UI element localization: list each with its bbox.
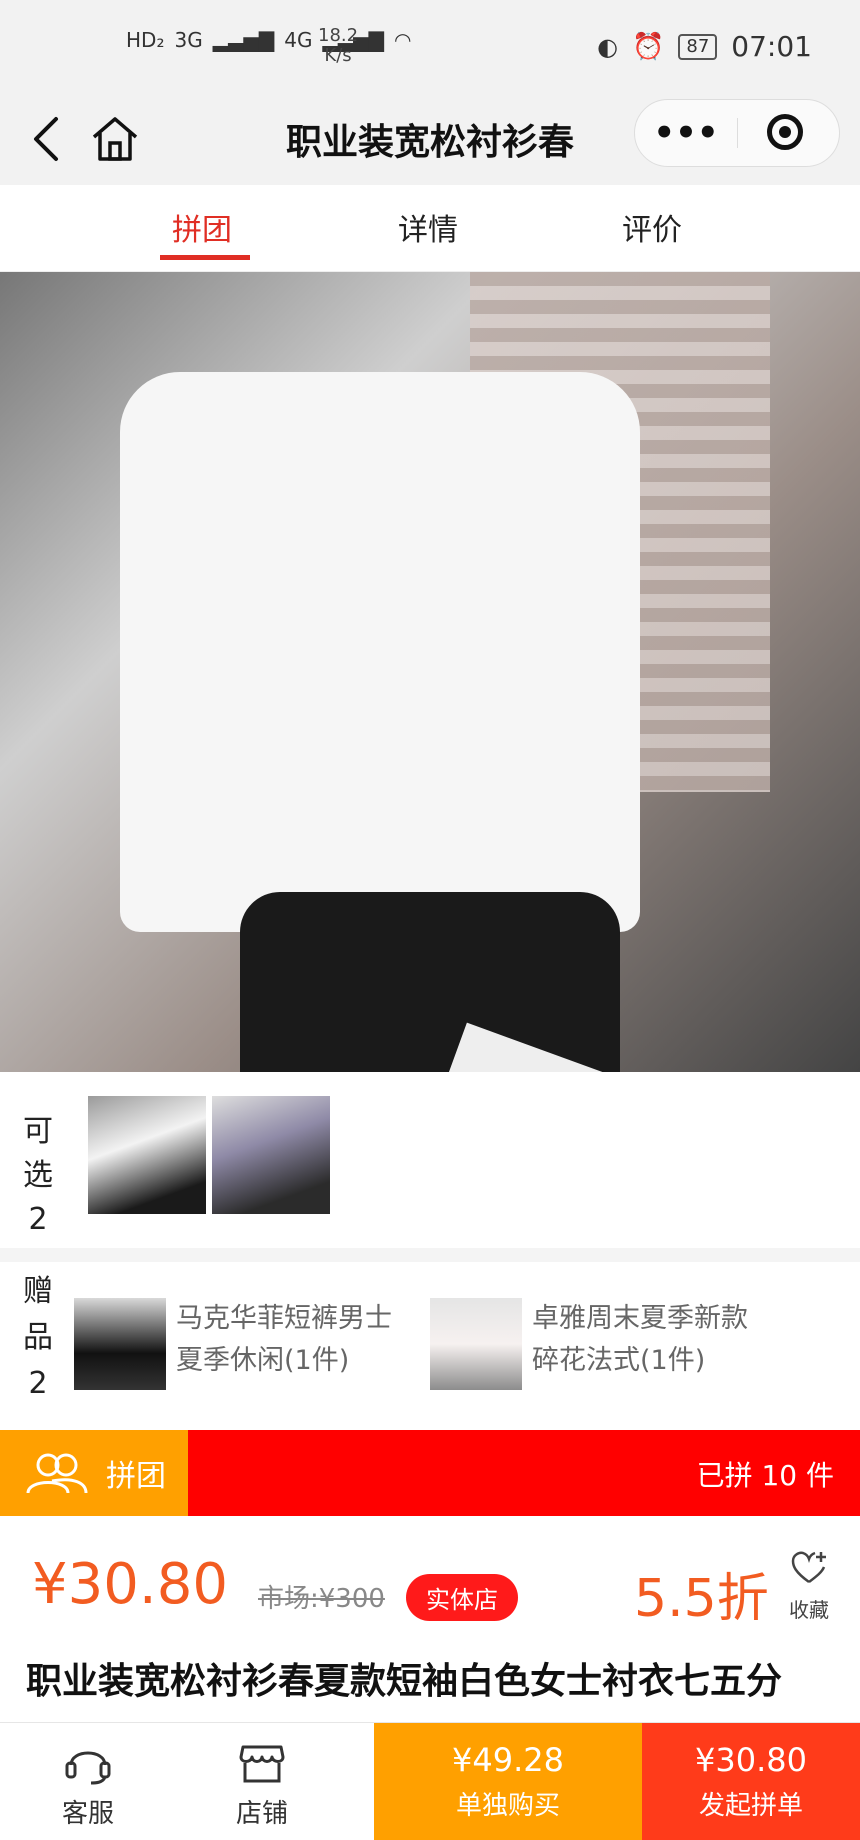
bottom-action-bar: 客服 店铺 ¥49.28 单独购买 ¥30.80 发起拼单 [0,1722,860,1840]
price-section: ¥30.80 市场:¥300 实体店 5.5折 收藏 [0,1516,860,1656]
tab-bar: 拼团 详情 评价 [0,185,860,272]
status-right: ◐ ⏰ 87 07:01 [597,30,812,63]
gift-label: 赠 [23,1274,53,1309]
gift-item-name[interactable]: 卓雅周末夏季新款 碎花法式(1件) [532,1298,772,1382]
variant-thumbnail-gray[interactable] [212,1096,330,1214]
optional-count: 2 [28,1202,48,1237]
favorite-button[interactable]: 收藏 [786,1548,832,1623]
gift-label: 品 [23,1320,53,1355]
group-users-icon [26,1453,88,1494]
tab-reviews[interactable]: 评价 [622,205,682,249]
signal-icon: ▂▃▅▇ [212,28,275,52]
product-title: 职业装宽松衬衫春夏款短袖白色女士衬衣七五分 [26,1661,783,1702]
product-image-carousel[interactable] [0,272,860,1072]
store-icon [239,1745,285,1783]
physical-store-badge: 实体店 [406,1574,518,1621]
gift-item-name[interactable]: 马克华菲短裤男士 夏季休闲(1件) [176,1298,416,1382]
gift-count: 2 [28,1366,48,1401]
tab-details[interactable]: 详情 [398,205,458,249]
discount-label: 5.5折 [634,1569,769,1629]
variant-thumbnail-white[interactable] [88,1096,206,1214]
status-bar: HD₂ 3G ▂▃▅▇ 4G ▂▃▅▇ ◠ 18.2 K/s ◐ ⏰ 87 07… [0,0,860,95]
hd-indicator: HD₂ [126,28,165,52]
skirt-image [240,892,620,1072]
current-price: ¥30.80 [32,1552,228,1617]
battery-indicator: 87 [678,33,718,60]
capsule-divider [737,118,738,148]
optional-variants: 可 选 2 [0,1072,860,1248]
section-divider [0,1248,860,1262]
active-tab-indicator [160,255,250,260]
data-saver-icon: ◐ [597,32,619,61]
close-miniprogram-icon[interactable] [767,114,803,150]
heart-plus-icon [791,1551,826,1584]
gift-thumbnail[interactable] [74,1298,166,1390]
start-group-buy-button[interactable]: ¥30.80 发起拼单 [642,1723,860,1840]
customer-service-button[interactable]: 客服 [48,1723,128,1840]
headset-icon [65,1751,111,1785]
tab-group-buy[interactable]: 拼团 [172,205,232,249]
group-buy-label: 拼团 [0,1430,188,1516]
wifi-icon: ◠ [394,28,412,52]
clock: 07:01 [731,30,812,63]
network-4g-icon: 4G [284,28,313,52]
optional-label: 选 [23,1158,53,1193]
network-speed: 18.2 K/s [318,25,359,66]
market-price: 市场:¥300 [258,1584,385,1614]
gift-thumbnail[interactable] [430,1298,522,1390]
group-buy-banner: 拼团 已拼 10 件 [0,1430,860,1516]
magazine-image [419,1022,860,1072]
status-left: HD₂ 3G ▂▃▅▇ 4G ▂▃▅▇ ◠ [126,28,411,52]
buy-alone-button[interactable]: ¥49.28 单独购买 [374,1723,642,1840]
more-menu-button[interactable]: ••• [635,100,737,166]
gifts-section: 赠 品 2 马克华菲短裤男士 夏季休闲(1件) 卓雅周末夏季新款 碎花法式(1件… [0,1262,860,1430]
alarm-icon: ⏰ [632,31,665,62]
product-shirt-image [120,372,640,932]
shop-button[interactable]: 店铺 [222,1723,302,1840]
group-sold-count: 已拼 10 件 [696,1459,834,1492]
nav-bar: 职业装宽松衬衫春 ••• [0,95,860,185]
optional-label: 可 [23,1114,53,1149]
mini-program-capsule: ••• [634,99,840,167]
network-3g-icon: 3G [174,28,203,52]
